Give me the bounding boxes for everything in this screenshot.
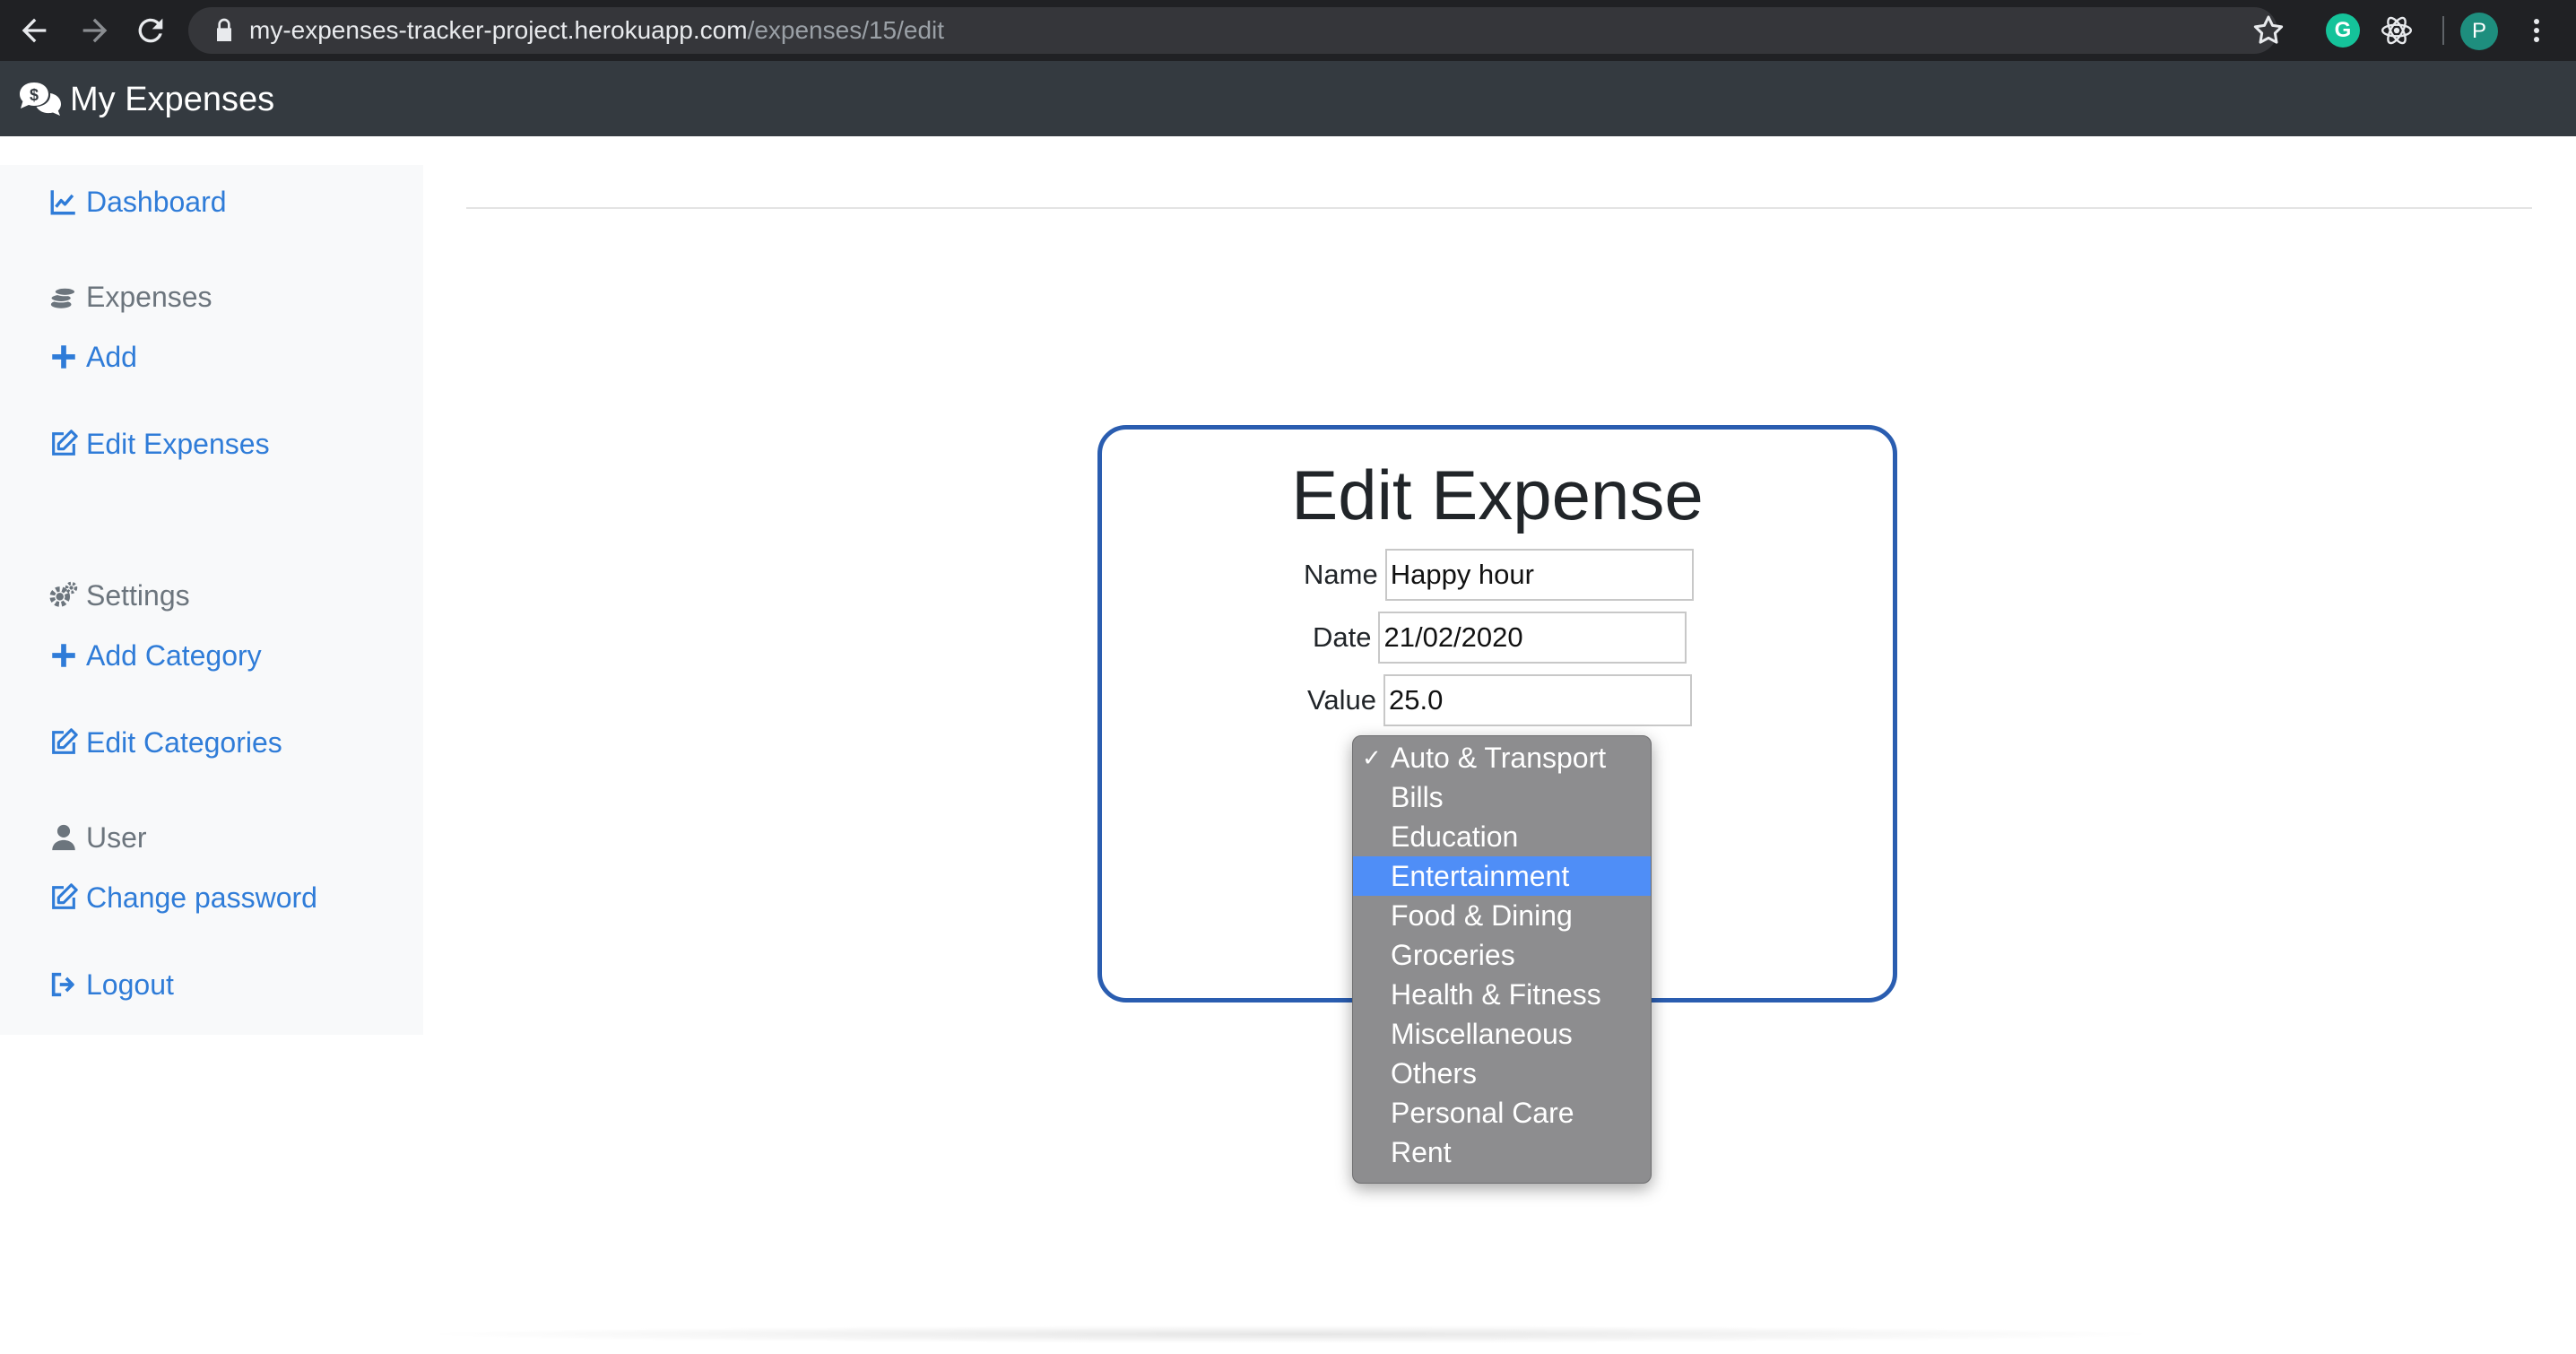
forward-arrow-icon[interactable] xyxy=(77,13,113,48)
edit-icon xyxy=(48,727,79,758)
toolbar-divider xyxy=(2442,16,2444,45)
sidebar-heading-label: Expenses xyxy=(86,280,212,313)
option-label: Others xyxy=(1391,1057,1478,1089)
coins-icon xyxy=(48,282,79,312)
sidebar-heading-label: User xyxy=(86,820,147,854)
sidebar-item-label: Edit Expenses xyxy=(86,427,270,460)
profile-avatar[interactable]: P xyxy=(2460,13,2498,50)
option-label: Groceries xyxy=(1391,939,1515,971)
option-label: Health & Fitness xyxy=(1391,978,1601,1011)
category-option[interactable]: Miscellaneous xyxy=(1353,1014,1651,1054)
line-chart-icon xyxy=(48,187,79,217)
grammarly-icon[interactable]: G xyxy=(2326,13,2360,48)
url-path: /expenses/15/edit xyxy=(747,16,945,44)
category-option[interactable]: Others xyxy=(1353,1054,1651,1093)
value-label: Value xyxy=(1307,684,1376,716)
sidebar-item-edit-categories[interactable]: Edit Categories xyxy=(48,722,282,763)
app-navbar: $ My Expenses xyxy=(0,61,2576,136)
category-option-highlighted[interactable]: Entertainment xyxy=(1353,856,1651,896)
category-option[interactable]: Bills xyxy=(1353,777,1651,817)
option-label: Bills xyxy=(1391,781,1444,813)
sidebar-item-add[interactable]: Add xyxy=(48,336,137,378)
option-label: Auto & Transport xyxy=(1391,742,1607,774)
url-text[interactable]: my-expenses-tracker-project.herokuapp.co… xyxy=(249,13,944,48)
divider xyxy=(466,207,2532,209)
date-field[interactable] xyxy=(1378,612,1687,664)
option-label: Food & Dining xyxy=(1391,899,1573,932)
check-icon: ✓ xyxy=(1362,744,1382,771)
svg-text:$: $ xyxy=(30,86,39,104)
category-option[interactable]: ✓ Auto & Transport xyxy=(1353,738,1651,777)
date-row: Date xyxy=(1313,612,1687,664)
page-bottom-shadow xyxy=(412,1325,2170,1343)
name-row: Name xyxy=(1304,549,1694,601)
edit-icon xyxy=(48,882,79,913)
sidebar-item-logout[interactable]: Logout xyxy=(48,964,174,1005)
sidebar-heading-label: Settings xyxy=(86,578,190,612)
brand-title[interactable]: My Expenses xyxy=(70,79,274,120)
browser-toolbar: my-expenses-tracker-project.herokuapp.co… xyxy=(0,0,2576,61)
react-devtools-icon[interactable] xyxy=(2380,13,2414,48)
sign-out-icon xyxy=(48,969,79,1000)
edit-icon xyxy=(48,429,79,459)
category-option[interactable]: Rent xyxy=(1353,1133,1651,1172)
plus-icon xyxy=(48,640,79,671)
option-label: Education xyxy=(1391,820,1519,853)
option-label: Rent xyxy=(1391,1136,1452,1168)
category-option[interactable]: Health & Fitness xyxy=(1353,975,1651,1014)
date-label: Date xyxy=(1313,621,1372,653)
lock-icon xyxy=(210,16,239,45)
category-option[interactable]: Groceries xyxy=(1353,935,1651,975)
category-option[interactable]: Personal Care xyxy=(1353,1093,1651,1133)
category-option[interactable]: Education xyxy=(1353,817,1651,856)
category-dropdown-menu[interactable]: ✓ Auto & Transport Bills Education Enter… xyxy=(1352,735,1652,1184)
sidebar-heading-settings: Settings xyxy=(48,575,190,616)
sidebar-item-label: Dashboard xyxy=(86,185,227,218)
back-arrow-icon[interactable] xyxy=(16,13,52,48)
option-label: Personal Care xyxy=(1391,1097,1574,1129)
sidebar-item-dashboard[interactable]: Dashboard xyxy=(48,181,227,222)
page-title: Edit Expense xyxy=(1291,456,1704,534)
sidebar-item-edit-expenses[interactable]: Edit Expenses xyxy=(48,423,270,464)
sidebar-item-label: Logout xyxy=(86,968,174,1001)
kebab-menu-icon[interactable] xyxy=(2523,13,2550,48)
sidebar-item-label: Change password xyxy=(86,881,317,914)
name-label: Name xyxy=(1304,559,1378,590)
sidebar-heading-user: User xyxy=(48,817,147,858)
value-row: Value xyxy=(1307,674,1692,726)
gears-icon xyxy=(48,580,79,611)
plus-icon xyxy=(48,342,79,372)
sidebar-item-add-category[interactable]: Add Category xyxy=(48,635,262,676)
sidebar-item-label: Edit Categories xyxy=(86,725,282,759)
star-icon[interactable] xyxy=(2251,13,2286,48)
option-label: Entertainment xyxy=(1391,860,1570,892)
category-option[interactable]: Food & Dining xyxy=(1353,896,1651,935)
sidebar-item-label: Add xyxy=(86,340,137,373)
option-label: Miscellaneous xyxy=(1391,1018,1573,1050)
money-chat-icon: $ xyxy=(18,81,63,117)
user-icon xyxy=(48,822,79,853)
reload-icon[interactable] xyxy=(133,13,169,48)
sidebar-item-label: Add Category xyxy=(86,638,262,672)
sidebar-item-change-password[interactable]: Change password xyxy=(48,877,317,918)
sidebar-heading-expenses: Expenses xyxy=(48,276,212,317)
value-field[interactable] xyxy=(1383,674,1692,726)
url-host: my-expenses-tracker-project.herokuapp.co… xyxy=(249,16,748,44)
name-field[interactable] xyxy=(1384,549,1694,601)
